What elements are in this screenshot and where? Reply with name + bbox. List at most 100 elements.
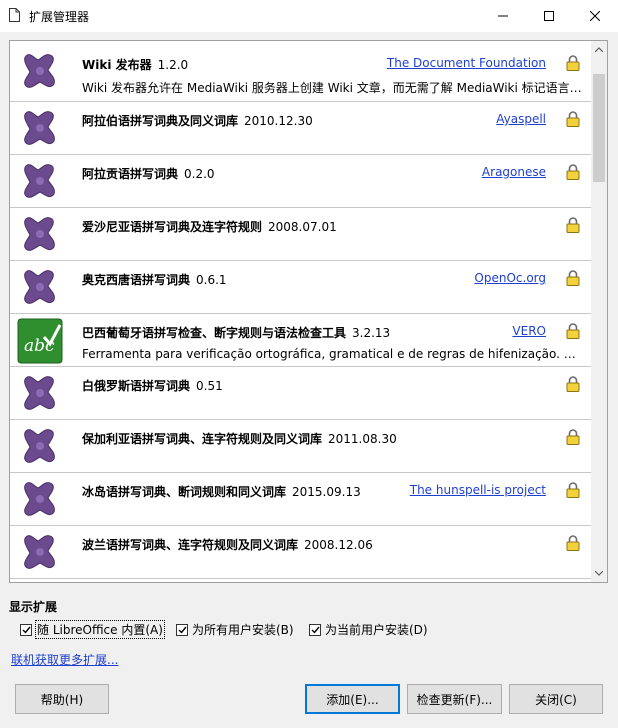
user-checkbox[interactable]: 为当前用户安装(D) <box>309 621 428 638</box>
puzzle-icon <box>24 111 55 145</box>
puzzle-icon <box>24 217 55 251</box>
extension-row[interactable]: Wiki 发布器 1.2.0 The Document Foundation Wiki… <box>10 41 592 102</box>
lock-icon <box>566 429 580 445</box>
extension-row[interactable]: 冰岛语拼写词典、断词规则和同义词库 2015.09.13 The hunspell-… <box>10 473 592 526</box>
extension-version: 2010.12.30 <box>244 114 313 128</box>
puzzle-icon <box>24 270 55 304</box>
puzzle-icon <box>24 376 55 410</box>
extension-version: 2008.12.06 <box>304 538 373 552</box>
close-button[interactable]: 关闭(C) <box>509 684 603 714</box>
extension-name: 阿拉伯语拼写词典及同义词库 2010.12.30 <box>82 112 313 129</box>
lock-icon <box>566 323 580 339</box>
extension-version: 3.2.13 <box>352 326 391 340</box>
extension-name: 冰岛语拼写词典、断词规则和同义词库 2015.09.13 <box>82 483 361 500</box>
checkbox-box[interactable] <box>20 623 32 636</box>
abc-spellcheck-icon: abc <box>17 318 63 364</box>
lock-icon <box>566 164 580 180</box>
extension-name-text: 爱沙尼亚语拼写词典及连字符规则 <box>82 220 263 234</box>
scroll-up-arrow[interactable] <box>591 41 607 58</box>
maximize-icon <box>544 11 554 21</box>
publisher-link[interactable]: VERO <box>512 324 546 338</box>
lock-icon <box>566 535 580 551</box>
extension-version: 0.6.1 <box>196 273 227 287</box>
extension-name: 阿拉贡语拼写词典 0.2.0 <box>82 165 215 182</box>
show-extensions-label: 显示扩展 <box>9 600 58 614</box>
bundled-checkbox[interactable]: 随 LibreOffice 内置(A) <box>20 620 165 639</box>
extension-name-text: Wiki 发布器 <box>82 58 152 72</box>
lock-icon <box>566 111 580 127</box>
publisher-link[interactable]: OpenOc.org <box>474 271 546 285</box>
extension-row[interactable]: 阿拉贡语拼写词典 0.2.0 Aragonese <box>10 155 592 208</box>
chevron-down-icon <box>595 571 603 576</box>
extension-version: 2008.07.01 <box>268 220 337 234</box>
extension-description: Wiki 发布器允许在 MediaWiki 服务器上创建 Wiki 文章，而无需… <box>82 81 582 95</box>
extension-name-text: 保加利亚语拼写词典、连字符规则及同义词库 <box>82 432 323 446</box>
extension-name-text: 白俄罗斯语拼写词典 <box>82 379 191 393</box>
extension-name-text: 巴西葡萄牙语拼写检查、断字规则与语法检查工具 <box>82 326 347 340</box>
extension-row[interactable]: 保加利亚语拼写词典、连字符规则及同义词库 2011.08.30 <box>10 420 592 473</box>
extension-name-text: 冰岛语拼写词典、断词规则和同义词库 <box>82 485 287 499</box>
extension-name: 保加利亚语拼写词典、连字符规则及同义词库 2011.08.30 <box>82 430 397 447</box>
check-updates-button[interactable]: 检查更新(F)... <box>407 684 502 714</box>
checkmark-icon <box>311 626 320 634</box>
puzzle-icon <box>24 54 55 88</box>
checkmark-icon <box>178 626 187 634</box>
minimize-icon <box>498 15 508 17</box>
extension-list[interactable]: Wiki 发布器 1.2.0 The Document Foundation Wiki… <box>9 40 608 583</box>
extension-version: 1.2.0 <box>157 58 189 72</box>
extension-row[interactable]: abc 巴西葡萄牙语拼写检查、断字规则与语法检查工具 3.2.13 VERO Ferra… <box>10 314 592 367</box>
puzzle-icon <box>24 535 55 569</box>
window-title: 扩展管理器 <box>29 10 90 24</box>
close-icon <box>590 11 600 21</box>
extension-name: Wiki 发布器 1.2.0 <box>82 56 188 73</box>
extension-row[interactable]: 波兰语拼写词典、连字符规则及同义词库 2008.12.06 <box>10 526 592 579</box>
shared-checkbox-label: 为所有用户安装(B) <box>192 623 294 637</box>
extension-row[interactable]: 爱沙尼亚语拼写词典及连字符规则 2008.07.01 <box>10 208 592 261</box>
help-button[interactable]: 帮助(H) <box>15 684 109 714</box>
extension-name-text: 阿拉贡语拼写词典 <box>82 167 179 181</box>
get-more-extensions-link[interactable]: 联机获取更多扩展... <box>11 651 118 668</box>
extension-row[interactable]: 白俄罗斯语拼写词典 0.51 <box>10 367 592 420</box>
minimize-button[interactable] <box>480 0 526 32</box>
extension-name-text: 波兰语拼写词典、连字符规则及同义词库 <box>82 538 299 552</box>
puzzle-icon <box>24 482 55 516</box>
user-checkbox-label: 为当前用户安装(D) <box>325 623 428 637</box>
extension-name: 奥克西唐语拼写词典 0.6.1 <box>82 271 227 288</box>
publisher-link[interactable]: The hunspell-is project <box>410 483 546 497</box>
bundled-checkbox-label: 随 LibreOffice 内置(A) <box>35 620 165 639</box>
add-button[interactable]: 添加(E)... <box>305 684 400 714</box>
publisher-link[interactable]: Ayaspell <box>496 112 546 126</box>
lock-icon <box>566 217 580 233</box>
extension-rows: Wiki 发布器 1.2.0 The Document Foundation Wiki… <box>10 41 592 579</box>
extension-row[interactable]: 奥克西唐语拼写词典 0.6.1 OpenOc.org <box>10 261 592 314</box>
puzzle-icon <box>24 429 55 463</box>
extension-description: Ferramenta para verificação ortográfica,… <box>82 347 582 361</box>
lock-icon <box>566 482 580 498</box>
publisher-link[interactable]: Aragonese <box>482 165 546 179</box>
extension-name: 白俄罗斯语拼写词典 0.51 <box>82 377 223 394</box>
lock-icon <box>566 376 580 392</box>
extension-version: 0.51 <box>196 379 223 393</box>
vertical-scrollbar[interactable] <box>591 41 607 582</box>
puzzle-icon <box>24 164 55 198</box>
document-icon <box>9 8 20 22</box>
chevron-up-icon <box>595 47 603 52</box>
extension-version: 2015.09.13 <box>292 485 361 499</box>
lock-icon <box>566 55 580 71</box>
extension-name: 爱沙尼亚语拼写词典及连字符规则 2008.07.01 <box>82 218 337 235</box>
checkmark-icon <box>22 626 31 634</box>
shared-checkbox[interactable]: 为所有用户安装(B) <box>176 621 294 638</box>
scrollbar-thumb[interactable] <box>593 74 605 182</box>
lock-icon <box>566 270 580 286</box>
checkbox-box[interactable] <box>309 623 321 636</box>
extension-name: 巴西葡萄牙语拼写检查、断字规则与语法检查工具 3.2.13 <box>82 324 390 341</box>
close-window-button[interactable] <box>572 0 618 32</box>
extension-name: 波兰语拼写词典、连字符规则及同义词库 2008.12.06 <box>82 536 373 553</box>
extension-row[interactable]: 阿拉伯语拼写词典及同义词库 2010.12.30 Ayaspell <box>10 102 592 155</box>
title-bar: 扩展管理器 <box>0 0 618 32</box>
extension-name-text: 奥克西唐语拼写词典 <box>82 273 191 287</box>
checkbox-box[interactable] <box>176 623 188 636</box>
maximize-button[interactable] <box>526 0 572 32</box>
scroll-down-arrow[interactable] <box>591 565 607 582</box>
publisher-link[interactable]: The Document Foundation <box>387 56 546 70</box>
